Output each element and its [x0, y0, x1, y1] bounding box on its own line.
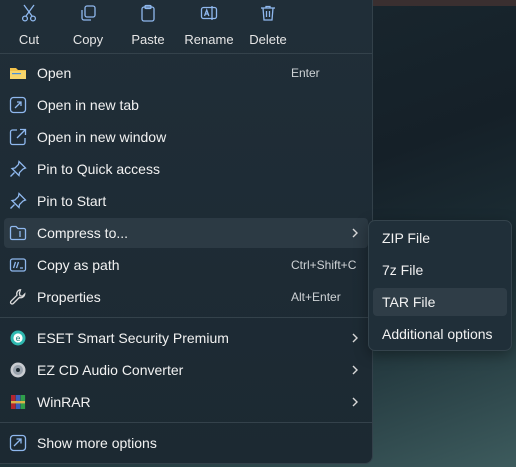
chevron-right-icon [348, 363, 362, 377]
zip-label: ZIP File [382, 230, 430, 246]
copy-as-path-shortcut: Ctrl+Shift+C [291, 258, 357, 272]
show-more-icon [9, 434, 27, 452]
submenu-item-zip[interactable]: ZIP File [373, 224, 507, 252]
copy-icon [66, 4, 110, 26]
new-tab-icon [9, 96, 27, 114]
open-new-tab-label: Open in new tab [37, 97, 139, 113]
folder-icon [9, 64, 27, 82]
submenu-item-additional-options[interactable]: Additional options [373, 320, 507, 348]
rename-icon [184, 4, 234, 26]
menu-item-pin-quick-access[interactable]: Pin to Quick access [4, 154, 368, 184]
paste-label: Paste [131, 32, 165, 47]
winrar-books-icon [9, 393, 27, 411]
archive-folder-icon [9, 224, 27, 242]
open-new-window-label: Open in new window [37, 129, 167, 145]
svg-text:e: e [16, 334, 21, 343]
menu-item-open-new-window[interactable]: Open in new window [4, 122, 368, 152]
menu-item-copy-as-path[interactable]: Copy as path Ctrl+Shift+C [4, 250, 368, 280]
open-shortcut: Enter [291, 66, 320, 80]
additional-options-label: Additional options [382, 326, 493, 342]
cut-label: Cut [18, 32, 40, 47]
submenu-item-tar[interactable]: TAR File [373, 288, 507, 316]
menu-item-open[interactable]: Open Enter [4, 58, 368, 88]
menu-item-eset[interactable]: e ESET Smart Security Premium [4, 323, 368, 353]
compress-label: Compress to... [37, 225, 129, 241]
trash-icon [248, 4, 288, 26]
menu-item-winrar[interactable]: WinRAR [4, 387, 368, 417]
toolbar-divider [0, 53, 372, 54]
menu-item-ez-cd[interactable]: EZ CD Audio Converter [4, 355, 368, 385]
pin-icon [9, 192, 27, 210]
compress-submenu: ZIP File 7z File TAR File Additional opt… [368, 220, 512, 351]
eset-logo-icon: e [9, 329, 27, 347]
open-external-icon [9, 128, 27, 146]
menu-item-pin-start[interactable]: Pin to Start [4, 186, 368, 216]
menu-divider [0, 317, 372, 318]
rename-button[interactable]: Rename [184, 4, 234, 48]
cd-disc-icon [9, 361, 27, 379]
cut-button[interactable]: Cut [10, 4, 48, 48]
scissors-icon [10, 4, 48, 26]
submenu-item-7z[interactable]: 7z File [373, 256, 507, 284]
context-menu-toolbar: Cut Copy Paste Rename Delete [0, 0, 372, 52]
copy-button[interactable]: Copy [66, 4, 110, 48]
pin-icon [9, 160, 27, 178]
menu-item-open-new-tab[interactable]: Open in new tab [4, 90, 368, 120]
context-menu: Cut Copy Paste Rename Delete Open Enter … [0, 0, 373, 464]
rename-label: Rename [184, 32, 234, 47]
delete-button[interactable]: Delete [248, 4, 288, 48]
copy-path-icon [9, 256, 27, 274]
menu-item-show-more-options[interactable]: Show more options [4, 428, 368, 458]
chevron-right-icon [348, 226, 362, 240]
copy-as-path-label: Copy as path [37, 257, 120, 273]
menu-divider [0, 422, 372, 423]
menu-item-properties[interactable]: Properties Alt+Enter [4, 282, 368, 312]
chevron-right-icon [348, 395, 362, 409]
ez-cd-label: EZ CD Audio Converter [37, 362, 184, 378]
chevron-right-icon [348, 331, 362, 345]
pin-quick-access-label: Pin to Quick access [37, 161, 160, 177]
eset-label: ESET Smart Security Premium [37, 330, 229, 346]
tar-label: TAR File [382, 294, 436, 310]
winrar-label: WinRAR [37, 394, 91, 410]
7z-label: 7z File [382, 262, 424, 278]
clipboard-icon [126, 4, 170, 26]
delete-label: Delete [249, 32, 287, 47]
menu-item-compress[interactable]: Compress to... [4, 218, 368, 248]
desktop-background-strip [370, 0, 516, 6]
properties-shortcut: Alt+Enter [291, 290, 341, 304]
pin-start-label: Pin to Start [37, 193, 107, 209]
show-more-options-label: Show more options [37, 435, 157, 451]
wrench-icon [9, 288, 27, 306]
properties-label: Properties [37, 289, 101, 305]
paste-button[interactable]: Paste [126, 4, 170, 48]
copy-label: Copy [72, 32, 104, 47]
open-label: Open [37, 65, 72, 81]
